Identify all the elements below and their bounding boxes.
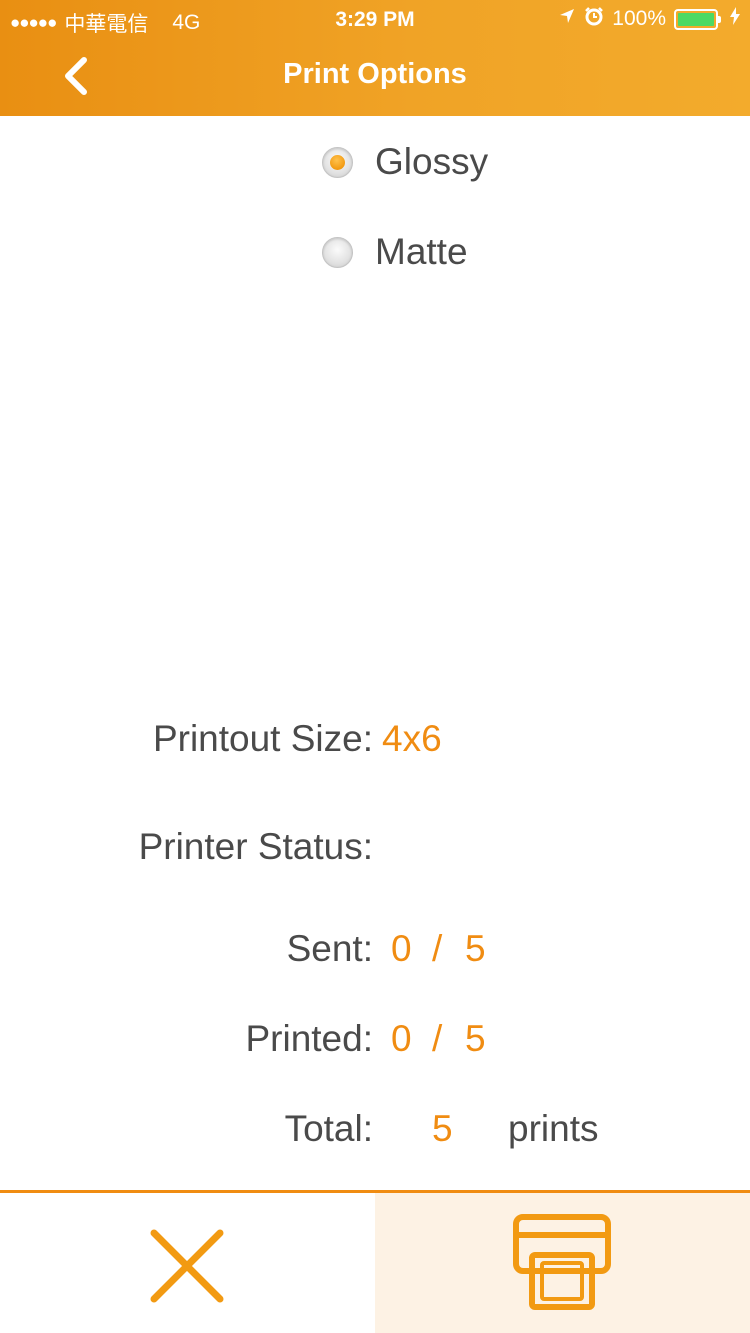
bolt-icon bbox=[730, 7, 740, 31]
battery-icon bbox=[674, 8, 721, 30]
printout-size-value: 4x6 bbox=[382, 718, 442, 759]
total-label: Total: bbox=[284, 1108, 373, 1149]
sent-label: Sent: bbox=[286, 928, 373, 969]
header-bar: ●●●●● 中華電信 4G 3:29 PM 100% Print Options bbox=[0, 0, 750, 116]
radio-button-matte[interactable] bbox=[322, 236, 353, 268]
radio-button-glossy[interactable] bbox=[322, 146, 353, 178]
total-unit: prints bbox=[508, 1108, 599, 1149]
cancel-button[interactable] bbox=[0, 1193, 375, 1333]
printer-icon bbox=[513, 1214, 611, 1310]
page-title: Print Options bbox=[283, 58, 467, 90]
paper-option-label: Glossy bbox=[375, 141, 489, 182]
printout-size-label: Printout Size: bbox=[152, 718, 373, 759]
printed-label: Printed: bbox=[245, 1018, 373, 1059]
paper-option-glossy[interactable]: Glossy bbox=[322, 141, 488, 183]
paper-option-matte[interactable]: Matte bbox=[322, 231, 468, 273]
close-icon bbox=[150, 1229, 224, 1303]
print-button[interactable] bbox=[375, 1193, 750, 1333]
alarm-clock-icon bbox=[584, 6, 604, 32]
total-value: 5 bbox=[432, 1108, 453, 1149]
location-arrow-icon bbox=[558, 7, 576, 31]
sent-total: 5 bbox=[465, 928, 486, 969]
printed-count: 0 bbox=[391, 1018, 412, 1059]
printed-separator: / bbox=[432, 1018, 443, 1059]
sent-count: 0 bbox=[391, 928, 412, 969]
printed-total: 5 bbox=[465, 1018, 486, 1059]
printer-status-label: Printer Status: bbox=[138, 826, 373, 867]
sent-separator: / bbox=[432, 928, 443, 969]
status-bar: ●●●●● 中華電信 4G 3:29 PM 100% bbox=[0, 0, 750, 40]
battery-percent: 100% bbox=[612, 7, 666, 30]
paper-option-label: Matte bbox=[375, 231, 468, 272]
